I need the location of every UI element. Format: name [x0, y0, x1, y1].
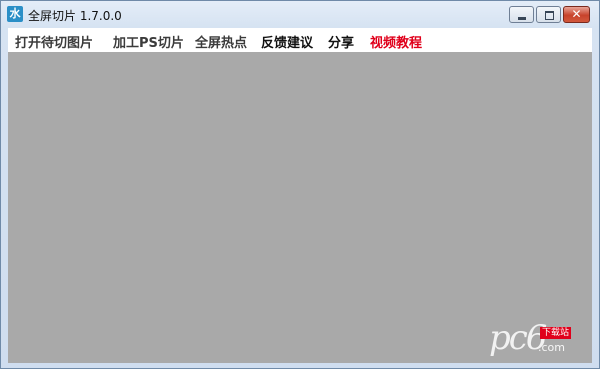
menu-open-image[interactable]: 打开待切图片: [15, 32, 93, 51]
minimize-icon: [518, 17, 526, 20]
window-title: 全屏切片 1.7.0.0: [28, 9, 122, 23]
close-icon: ✕: [571, 7, 582, 21]
maximize-icon: [545, 11, 554, 20]
minimize-button[interactable]: [509, 6, 534, 23]
menu-fullscreen-hotspot[interactable]: 全屏热点: [195, 32, 247, 51]
menu-feedback[interactable]: 反馈建议: [261, 32, 313, 51]
watermark-domain: .com: [538, 341, 565, 354]
title-bar[interactable]: 水 全屏切片 1.7.0.0 ✕: [1, 1, 599, 28]
watermark: pc6 下载站 .com: [489, 319, 589, 363]
maximize-button[interactable]: [536, 6, 561, 23]
app-icon: 水: [7, 6, 23, 22]
menu-share[interactable]: 分享: [328, 32, 354, 51]
watermark-logo: pc6: [489, 318, 547, 358]
app-window: 水 全屏切片 1.7.0.0 ✕ 打开待切图片 加工PS切片 全屏热点 反馈建议…: [0, 0, 600, 369]
close-button[interactable]: ✕: [563, 6, 590, 23]
menu-process-ps-slices[interactable]: 加工PS切片: [113, 32, 184, 51]
watermark-tag: 下载站: [540, 327, 572, 339]
canvas-area[interactable]: [8, 52, 592, 363]
menu-video-tutorial[interactable]: 视频教程: [370, 32, 422, 51]
menu-bar: 打开待切图片 加工PS切片 全屏热点 反馈建议 分享 视频教程: [8, 28, 592, 52]
